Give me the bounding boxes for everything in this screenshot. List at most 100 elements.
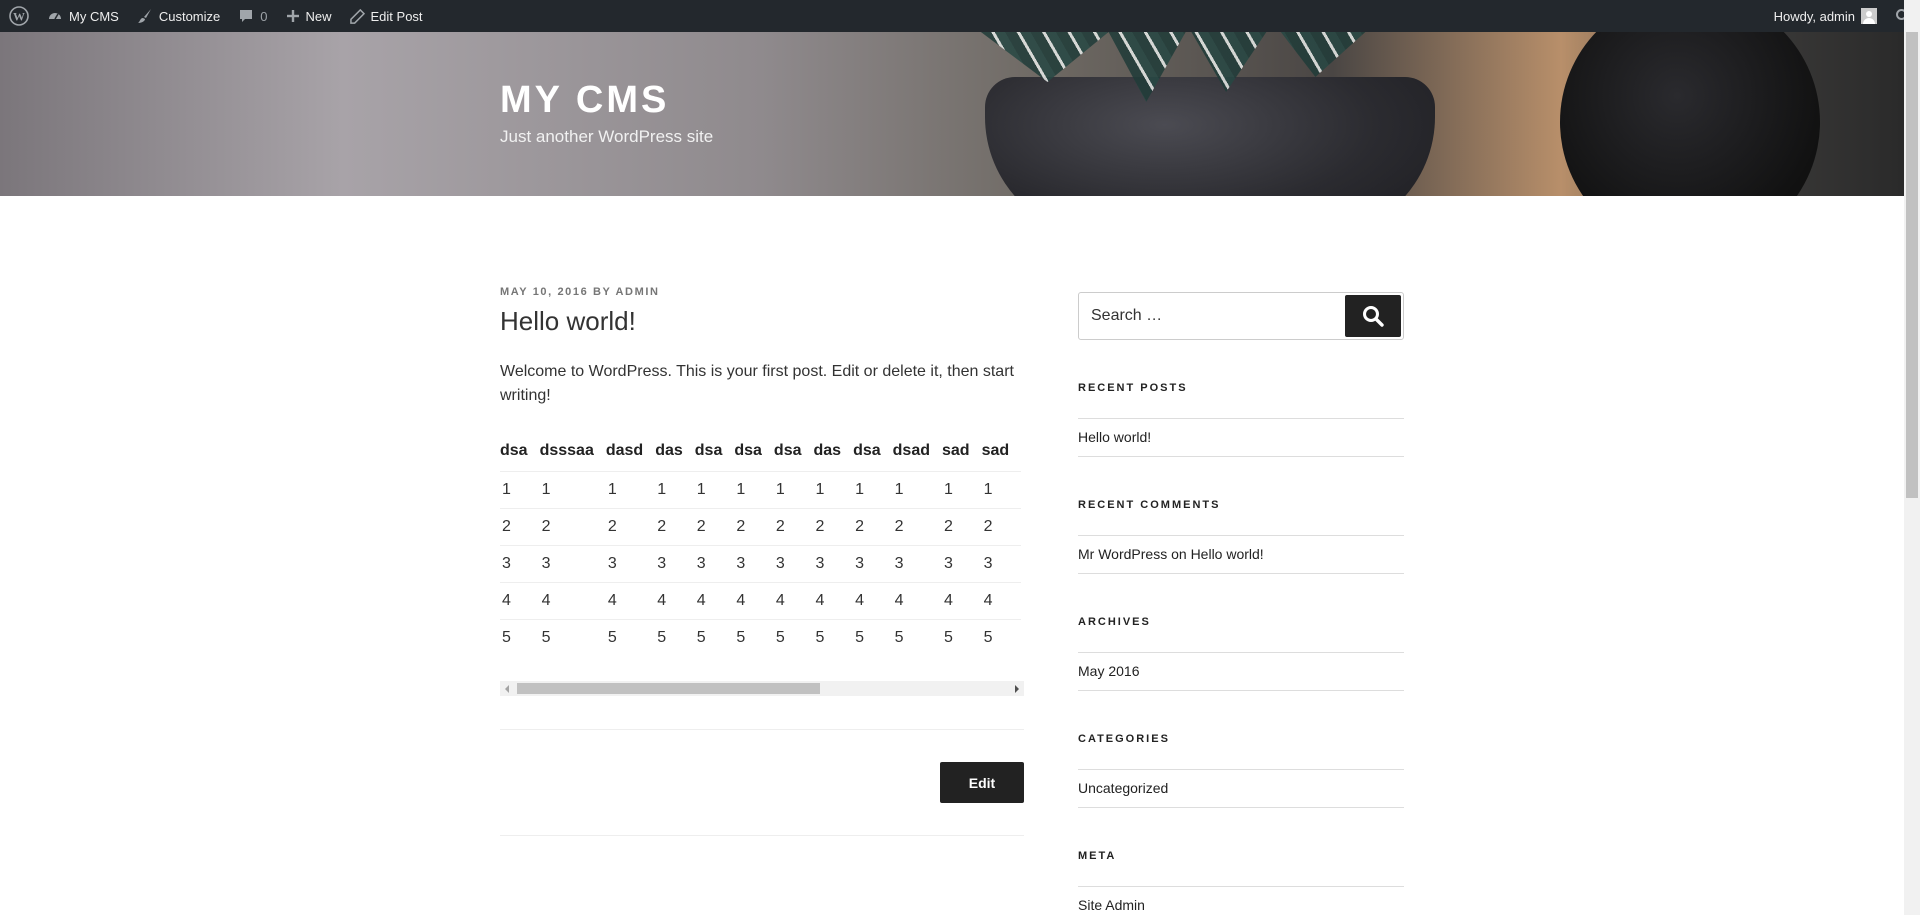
comment-post-link[interactable]: Hello world! [1191, 546, 1264, 562]
table-cell: 3 [853, 544, 893, 582]
widget-divider [1078, 807, 1404, 808]
table-row: 444444444444 [500, 581, 1022, 619]
post-by: BY [592, 286, 612, 298]
archive-link[interactable]: May 2016 [1078, 663, 1139, 679]
table-cell: 3 [892, 544, 942, 582]
table-cell: 2 [500, 507, 540, 545]
site-title[interactable]: MY CMS [500, 79, 669, 122]
post-date[interactable]: MAY 10, 2016 [500, 286, 588, 298]
table-cell: 3 [734, 544, 774, 582]
table-body: 1111111111112222222222223333333333334444… [500, 470, 1022, 656]
scroll-right-arrow-icon[interactable] [1015, 685, 1019, 693]
table-cell: 4 [942, 581, 982, 619]
table-cell: 3 [694, 544, 735, 582]
svg-text:W: W [13, 10, 25, 24]
edit-post-link[interactable]: Edit Post [341, 0, 432, 32]
page-scrollbar[interactable] [1904, 0, 1920, 915]
search-icon [1363, 306, 1384, 327]
recent-post-link[interactable]: Hello world! [1078, 429, 1151, 445]
table-cell: 2 [734, 507, 774, 545]
table-header-cell: dsa [694, 441, 723, 459]
table-header-cell: sad [942, 441, 970, 459]
table-cell: 5 [500, 618, 540, 656]
table-cell: 2 [539, 507, 606, 545]
table-header-row: dsa dsssaa dasd das dsa dsa dsa das dsa dsad sad sa… [500, 437, 1021, 471]
comments-link[interactable]: 0 [229, 0, 276, 32]
table-cell: 3 [605, 544, 656, 582]
pencil-icon [349, 8, 365, 24]
plus-icon [286, 10, 299, 22]
customize-link[interactable]: Customize [128, 0, 229, 32]
table-horizontal-scrollbar[interactable] [500, 681, 1024, 696]
post-body: Welcome to WordPress. This is your first… [500, 363, 1014, 404]
table-cell: 5 [734, 618, 774, 656]
table-cell: 2 [942, 507, 982, 545]
site-name-menu[interactable]: My CMS [38, 0, 128, 32]
wordpress-logo-icon[interactable]: W [0, 0, 38, 32]
table-cell: 5 [605, 618, 656, 656]
table-cell: 4 [694, 581, 735, 619]
table-cell: 1 [734, 470, 774, 508]
comments-count: 0 [260, 8, 268, 24]
table-header-cell: dsa [734, 441, 762, 459]
admin-bar-left: W My CMS Customize 0 New Edit Post [0, 0, 432, 32]
table-cell: 4 [539, 581, 606, 619]
post-table: dsa dsssaa dasd das dsa dsa dsa das dsa dsad sad sa… [500, 437, 1022, 656]
table-cell: 2 [981, 507, 1022, 545]
new-content-menu[interactable]: New [277, 0, 341, 32]
table-cell: 1 [773, 470, 814, 508]
post-footer-divider [500, 835, 1024, 836]
table-cell: 3 [981, 544, 1022, 582]
greeting-label: Howdy, admin [1773, 8, 1855, 24]
widget-title-meta: META [1078, 850, 1117, 862]
page-scrollbar-thumb[interactable] [1906, 32, 1918, 498]
table-row: 333333333333 [500, 544, 1022, 582]
table-header-cell: das [655, 441, 683, 459]
table-cell: 4 [500, 581, 540, 619]
table-row: 555555555555 [500, 618, 1022, 656]
table-cell: 2 [892, 507, 942, 545]
category-link[interactable]: Uncategorized [1078, 780, 1168, 796]
edit-button[interactable]: Edit [940, 762, 1024, 803]
paintbrush-icon [137, 9, 151, 23]
comment-author-link[interactable]: Mr WordPress [1078, 546, 1167, 562]
table-cell: 4 [773, 581, 814, 619]
search-input[interactable]: Search … [1091, 293, 1162, 339]
widget-divider [1078, 769, 1404, 770]
table-header-cell: das [813, 441, 842, 459]
post-table-wrapper: dsa dsssaa dasd das dsa dsa dsa das dsa dsad sad sa… [500, 437, 1024, 659]
table-header-cell: dsssaa [539, 441, 594, 459]
my-account-menu[interactable]: Howdy, admin [1765, 0, 1886, 32]
site-name-label: My CMS [69, 8, 119, 24]
table-cell: 4 [813, 581, 854, 619]
site-header: MY CMS Just another WordPress site [0, 32, 1904, 196]
admin-bar: W My CMS Customize 0 New Edit Post Howdy… [0, 0, 1920, 32]
widget-divider [1078, 456, 1404, 457]
recent-comment-item: Mr WordPress on Hello world! [1078, 546, 1264, 562]
table-cell: 3 [942, 544, 982, 582]
site-admin-link[interactable]: Site Admin [1078, 897, 1145, 913]
table-cell: 1 [853, 470, 893, 508]
table-cell: 1 [655, 470, 695, 508]
table-cell: 2 [853, 507, 893, 545]
widget-divider [1078, 652, 1404, 653]
table-cell: 5 [773, 618, 814, 656]
post-author[interactable]: ADMIN [616, 286, 660, 298]
table-cell: 2 [694, 507, 735, 545]
site-description: Just another WordPress site [500, 127, 714, 146]
table-row: 222222222222 [500, 507, 1022, 545]
table-cell: 1 [892, 470, 942, 508]
search-button[interactable] [1345, 295, 1401, 337]
widget-title-categories: CATEGORIES [1078, 733, 1170, 745]
scroll-left-arrow-icon[interactable] [505, 685, 509, 693]
table-header-cell: dsa [773, 441, 802, 459]
table-cell: 3 [813, 544, 854, 582]
table-scrollbar-thumb[interactable] [517, 683, 820, 694]
table-cell: 5 [942, 618, 982, 656]
table-cell: 5 [655, 618, 695, 656]
table-cell: 1 [942, 470, 982, 508]
admin-bar-right: Howdy, admin [1765, 0, 1920, 32]
widget-title-recent-comments: RECENT COMMENTS [1078, 499, 1221, 511]
comment-bubble-icon [240, 10, 253, 22]
table-cell: 2 [655, 507, 695, 545]
